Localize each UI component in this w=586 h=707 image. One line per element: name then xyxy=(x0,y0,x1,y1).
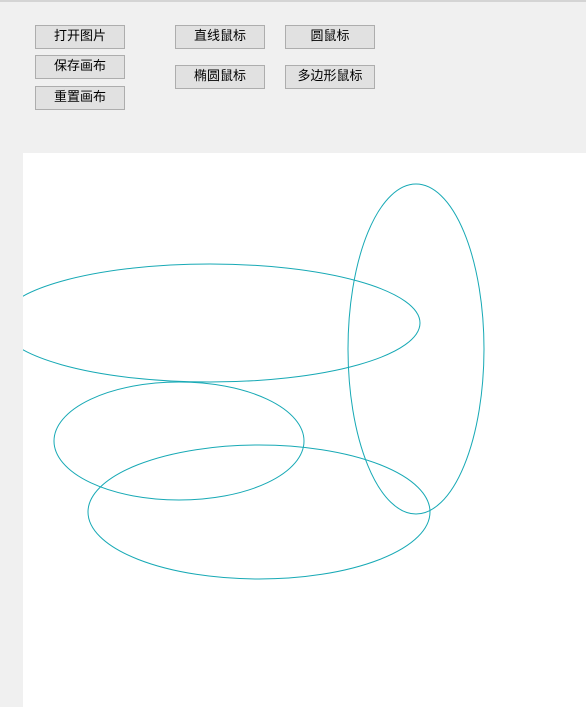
polygon-mouse-button[interactable]: 多边形鼠标 xyxy=(285,65,375,89)
drawn-ellipse-2 xyxy=(347,183,485,515)
open-image-button[interactable]: 打开图片 xyxy=(35,25,125,49)
circle-mouse-button[interactable]: 圆鼠标 xyxy=(285,25,375,49)
drawn-ellipse-3 xyxy=(53,381,305,501)
window-top-border xyxy=(0,0,586,2)
line-mouse-button[interactable]: 直线鼠标 xyxy=(175,25,265,49)
save-canvas-button[interactable]: 保存画布 xyxy=(35,55,125,79)
ellipse-mouse-button[interactable]: 椭圆鼠标 xyxy=(175,65,265,89)
drawn-ellipse-1 xyxy=(23,263,421,383)
drawn-ellipse-4 xyxy=(87,444,431,580)
drawing-canvas[interactable] xyxy=(23,153,586,707)
reset-canvas-button[interactable]: 重置画布 xyxy=(35,86,125,110)
app-window: 打开图片 保存画布 重置画布 直线鼠标 圆鼠标 椭圆鼠标 多边形鼠标 xyxy=(0,0,586,707)
canvas-drawing-layer xyxy=(23,183,485,580)
